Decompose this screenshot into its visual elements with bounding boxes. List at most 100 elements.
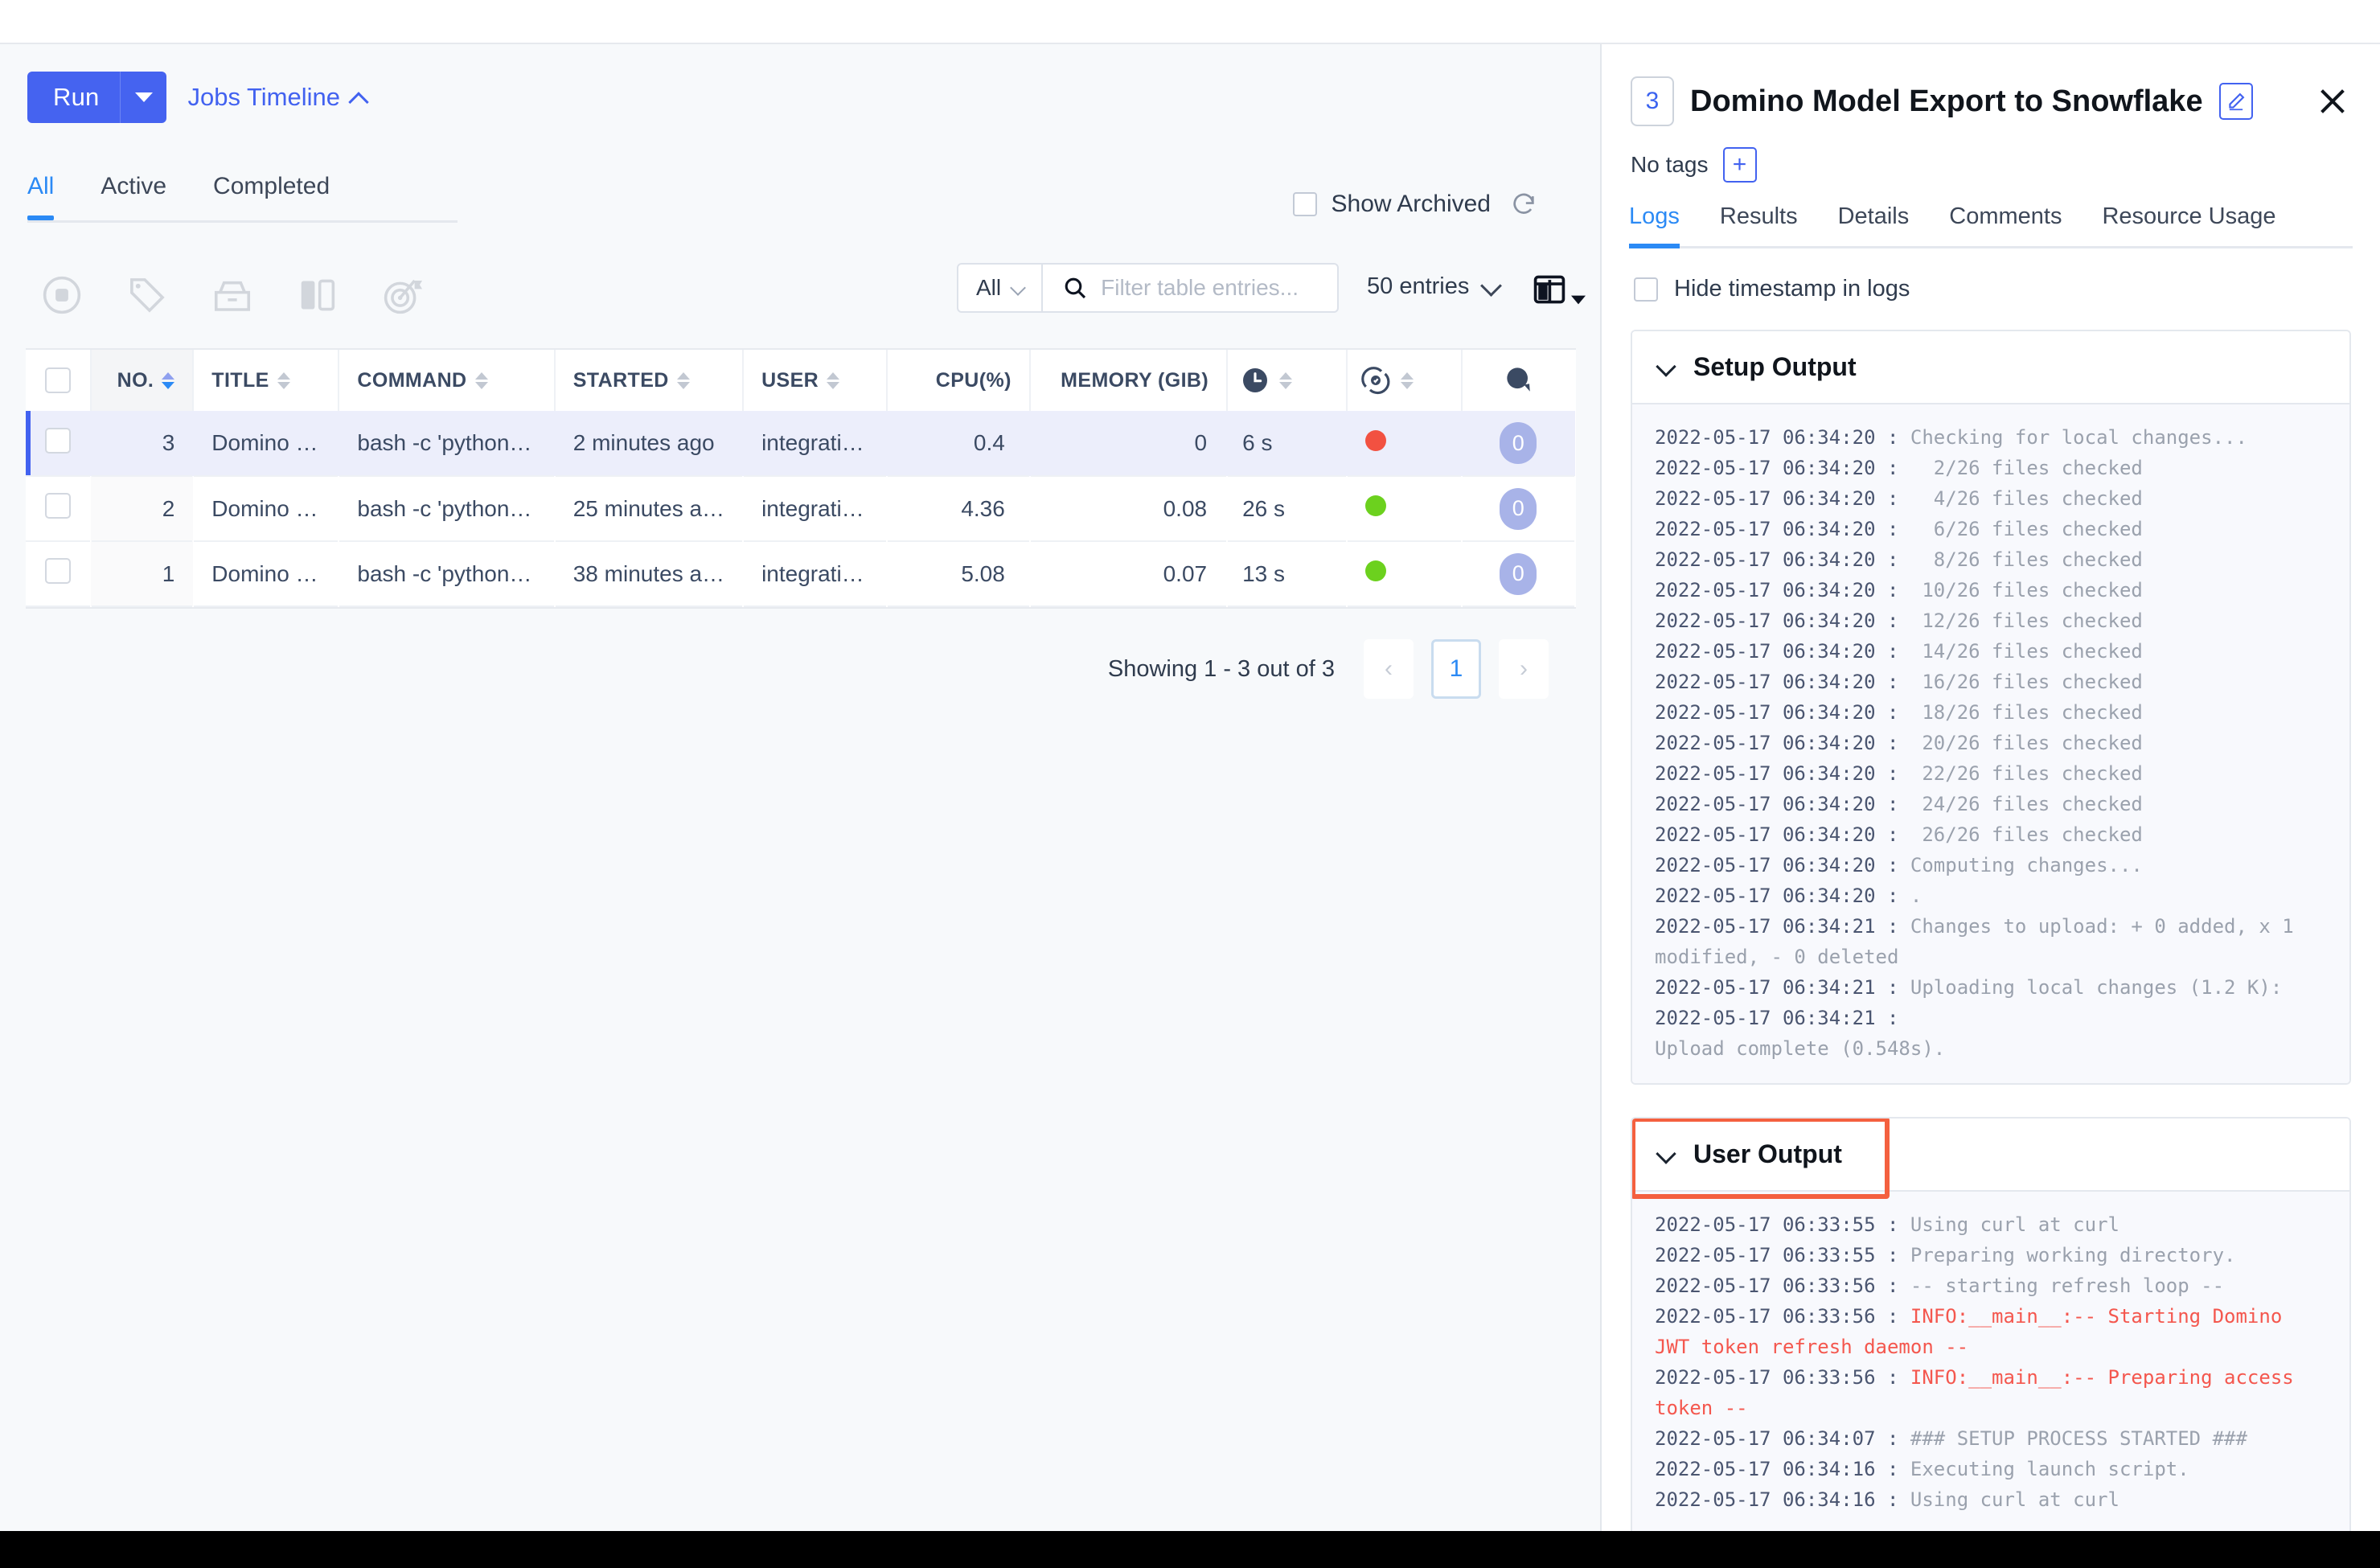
tab-all[interactable]: All	[27, 173, 55, 220]
col-duration[interactable]	[1227, 350, 1348, 411]
add-tag-button[interactable]: +	[1722, 147, 1757, 183]
jobs-action-toolbar	[40, 273, 425, 317]
log-line: 2022-05-17 06:34:20 : Computing changes.…	[1655, 850, 2327, 880]
tab-details[interactable]: Details	[1838, 203, 1910, 246]
log-message: 10/26 files checked	[1910, 579, 2143, 601]
sort-arrows-icon[interactable]	[277, 371, 290, 389]
log-line: 2022-05-17 06:34:20 : 6/26 files checked	[1655, 514, 2327, 544]
comments-badge: 0	[1500, 422, 1537, 464]
user-output-log[interactable]: 2022-05-17 06:33:55 : Using curl at curl…	[1632, 1190, 2349, 1534]
col-no[interactable]: NO.	[91, 350, 195, 411]
col-status[interactable]	[1347, 350, 1463, 411]
log-message: Executing launch script.	[1910, 1458, 2189, 1480]
archive-icon[interactable]	[211, 273, 254, 317]
row-checkbox-cell	[26, 411, 91, 476]
log-message: 12/26 files checked	[1910, 610, 2143, 632]
tab-comments[interactable]: Comments	[1949, 203, 2062, 246]
col-cpu[interactable]: CPU(%)	[886, 350, 1031, 411]
sort-arrows-icon[interactable]	[474, 371, 488, 389]
sort-arrows-icon[interactable]	[162, 371, 175, 389]
goal-target-icon[interactable]	[381, 273, 425, 317]
cell-duration: 6 s	[1242, 430, 1273, 455]
tag-icon[interactable]	[125, 273, 169, 317]
sort-arrows-icon[interactable]	[1401, 371, 1414, 389]
sort-arrows-icon[interactable]	[827, 371, 840, 389]
show-archived-toggle[interactable]: Show Archived	[1292, 191, 1491, 218]
col-user[interactable]: USER	[743, 350, 888, 411]
pagination-next-button[interactable]: ›	[1499, 639, 1549, 699]
compare-columns-icon[interactable]	[296, 273, 339, 317]
log-line: 2022-05-17 06:34:20 : 2/26 files checked	[1655, 453, 2327, 483]
row-checkbox-cell	[26, 541, 91, 606]
row-checkbox-cell	[26, 476, 91, 541]
show-archived-checkbox[interactable]	[1292, 192, 1317, 216]
cell-cpu: 4.36	[961, 495, 1005, 521]
pagination-prev-button[interactable]: ‹	[1364, 639, 1414, 699]
log-timestamp: 2022-05-17 06:34:20 :	[1655, 579, 1910, 601]
cell-no: 1	[91, 541, 194, 606]
chevron-down-icon	[1656, 358, 1676, 377]
sort-arrows-icon[interactable]	[676, 371, 690, 389]
col-started-label: STARTED	[572, 368, 669, 392]
log-line: 2022-05-17 06:34:20 : 20/26 files checke…	[1655, 728, 2327, 758]
cell-cpu: 0.4	[973, 430, 1005, 455]
entries-per-page-select[interactable]: 50 entries	[1367, 273, 1501, 300]
refresh-icon[interactable]	[1510, 191, 1537, 218]
col-memory[interactable]: MEMORY (GIB)	[1029, 350, 1229, 411]
select-all-checkbox[interactable]	[45, 367, 72, 393]
jobs-timeline-label: Jobs Timeline	[187, 83, 340, 111]
log-message: 20/26 files checked	[1910, 732, 2143, 754]
table-row[interactable]: 1 Domino … bash -c 'python… 38 minutes a…	[26, 541, 1575, 606]
col-cpu-label: CPU(%)	[935, 368, 1012, 392]
row-checkbox[interactable]	[45, 427, 72, 454]
tab-results[interactable]: Results	[1720, 203, 1798, 246]
setup-output-title: Setup Output	[1693, 352, 1857, 381]
jobs-timeline-toggle[interactable]: Jobs Timeline	[187, 83, 367, 112]
setup-output-log[interactable]: 2022-05-17 06:34:20 : Checking for local…	[1632, 403, 2349, 1083]
tags-row: No tags +	[1602, 126, 2380, 183]
window-top-strip	[0, 0, 2380, 44]
run-dropdown-caret-icon[interactable]	[120, 72, 166, 123]
log-line: 2022-05-17 06:34:20 : .	[1655, 880, 2327, 911]
job-number-chip: 3	[1631, 76, 1674, 126]
filter-scope-select[interactable]: All	[958, 265, 1044, 311]
log-message: Using curl at curl	[1910, 1488, 2119, 1511]
table-row[interactable]: 2 Domino … bash -c 'python… 25 minutes a…	[26, 476, 1575, 541]
log-line: 2022-05-17 06:34:20 : Checking for local…	[1655, 422, 2327, 453]
tab-logs[interactable]: Logs	[1629, 203, 1680, 248]
comments-badge: 0	[1500, 552, 1537, 595]
hide-timestamp-checkbox[interactable]	[1634, 277, 1658, 302]
setup-output-header[interactable]: Setup Output	[1632, 331, 2349, 403]
row-checkbox[interactable]	[45, 493, 72, 519]
sort-arrows-icon[interactable]	[1279, 371, 1293, 389]
show-archived-label: Show Archived	[1331, 191, 1491, 217]
row-checkbox[interactable]	[45, 558, 72, 584]
tab-active[interactable]: Active	[101, 173, 166, 218]
col-command-label: COMMAND	[357, 368, 467, 392]
col-started[interactable]: STARTED	[554, 350, 745, 411]
close-icon[interactable]	[2314, 83, 2351, 120]
hide-timestamp-label: Hide timestamp in logs	[1674, 276, 1910, 302]
log-line: 2022-05-17 06:34:20 : 8/26 files checked	[1655, 544, 2327, 575]
log-line: 2022-05-17 06:34:21 : Uploading local ch…	[1655, 972, 2327, 1003]
col-comments[interactable]	[1461, 350, 1575, 411]
tab-completed[interactable]: Completed	[213, 173, 330, 218]
run-button[interactable]: Run	[27, 72, 167, 123]
log-line: 2022-05-17 06:34:20 : 26/26 files checke…	[1655, 819, 2327, 850]
user-output-header[interactable]: User Output	[1632, 1119, 2349, 1199]
log-timestamp: 2022-05-17 06:34:20 :	[1655, 548, 1910, 571]
col-title[interactable]: TITLE	[193, 350, 340, 411]
cell-user: integrati…	[761, 495, 864, 521]
search-input[interactable]	[1101, 275, 1319, 301]
table-row[interactable]: 3 Domino … bash -c 'python… 2 minutes ag…	[26, 411, 1575, 476]
column-settings-button[interactable]	[1532, 272, 1586, 307]
col-command[interactable]: COMMAND	[339, 350, 556, 411]
edit-title-button[interactable]	[2218, 83, 2253, 120]
pagination-page-1[interactable]: 1	[1431, 639, 1481, 699]
hide-timestamp-toggle[interactable]: Hide timestamp in logs	[1602, 248, 2380, 302]
tab-resource-usage[interactable]: Resource Usage	[2102, 203, 2275, 246]
stop-circle-icon[interactable]	[40, 273, 84, 317]
cell-comments: 0	[1462, 411, 1575, 476]
log-timestamp: 2022-05-17 06:34:20 :	[1655, 518, 1910, 540]
log-timestamp: 2022-05-17 06:33:56 :	[1655, 1275, 1910, 1297]
